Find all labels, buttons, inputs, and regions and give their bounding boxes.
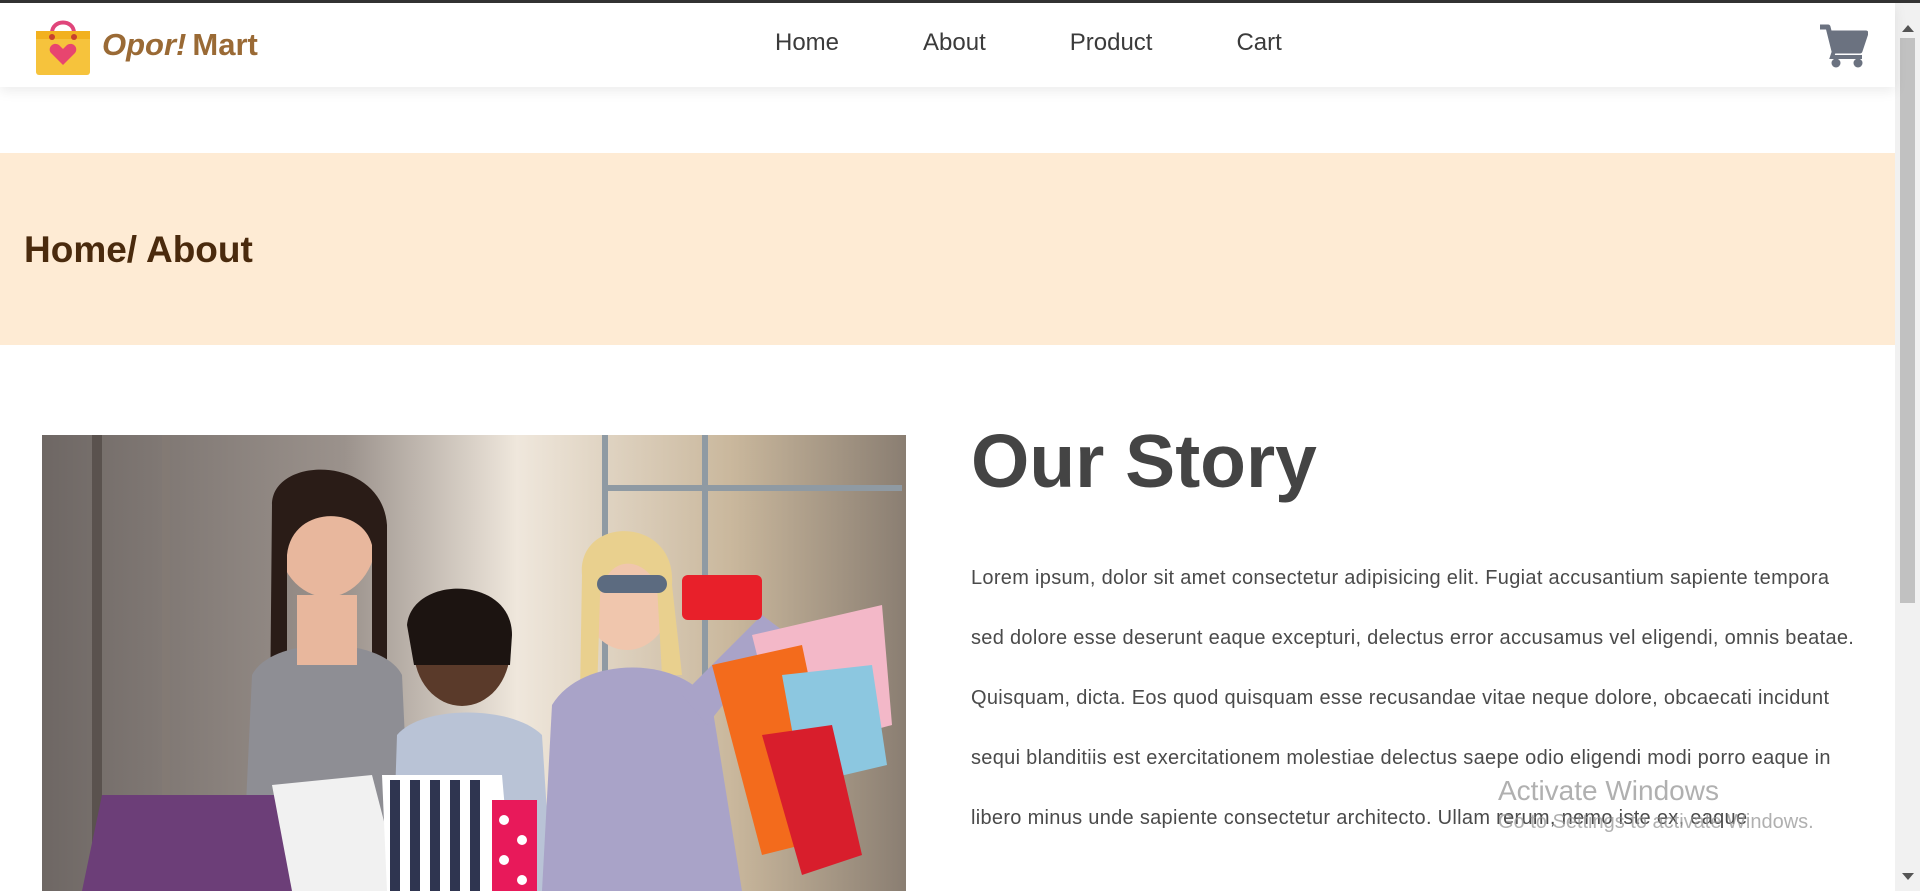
vertical-scrollbar[interactable]: [1895, 3, 1920, 891]
story-paragraph: Lorem ipsum, dolor sit amet consectetur …: [971, 567, 1855, 829]
nav-about-link[interactable]: About: [923, 29, 986, 57]
brand-name-part2: Mart: [192, 27, 258, 62]
breadcrumb-banner: Home/ About: [0, 153, 1895, 345]
brand-name-part1: Opor!: [102, 27, 187, 62]
brand[interactable]: Opor! Mart: [34, 13, 258, 77]
nav-cart-link[interactable]: Cart: [1236, 29, 1281, 57]
story-image: [42, 435, 906, 891]
story-title: Our Story: [971, 419, 1317, 503]
scrollbar-thumb[interactable]: [1900, 38, 1915, 603]
main-nav: Home About Product Cart: [775, 29, 1282, 57]
cart-icon[interactable]: [1818, 21, 1868, 69]
navbar: Opor! Mart Home About Product Cart: [0, 3, 1895, 87]
nav-product-link[interactable]: Product: [1070, 29, 1153, 57]
scroll-up-arrow-icon[interactable]: [1902, 25, 1914, 32]
nav-home-link[interactable]: Home: [775, 29, 839, 57]
scroll-down-arrow-icon[interactable]: [1902, 873, 1914, 880]
women-shopping-photo: [42, 435, 906, 891]
shopping-bag-heart-icon: [36, 20, 90, 75]
breadcrumb: Home/ About: [24, 229, 253, 270]
brand-name: Opor! Mart: [102, 27, 258, 63]
